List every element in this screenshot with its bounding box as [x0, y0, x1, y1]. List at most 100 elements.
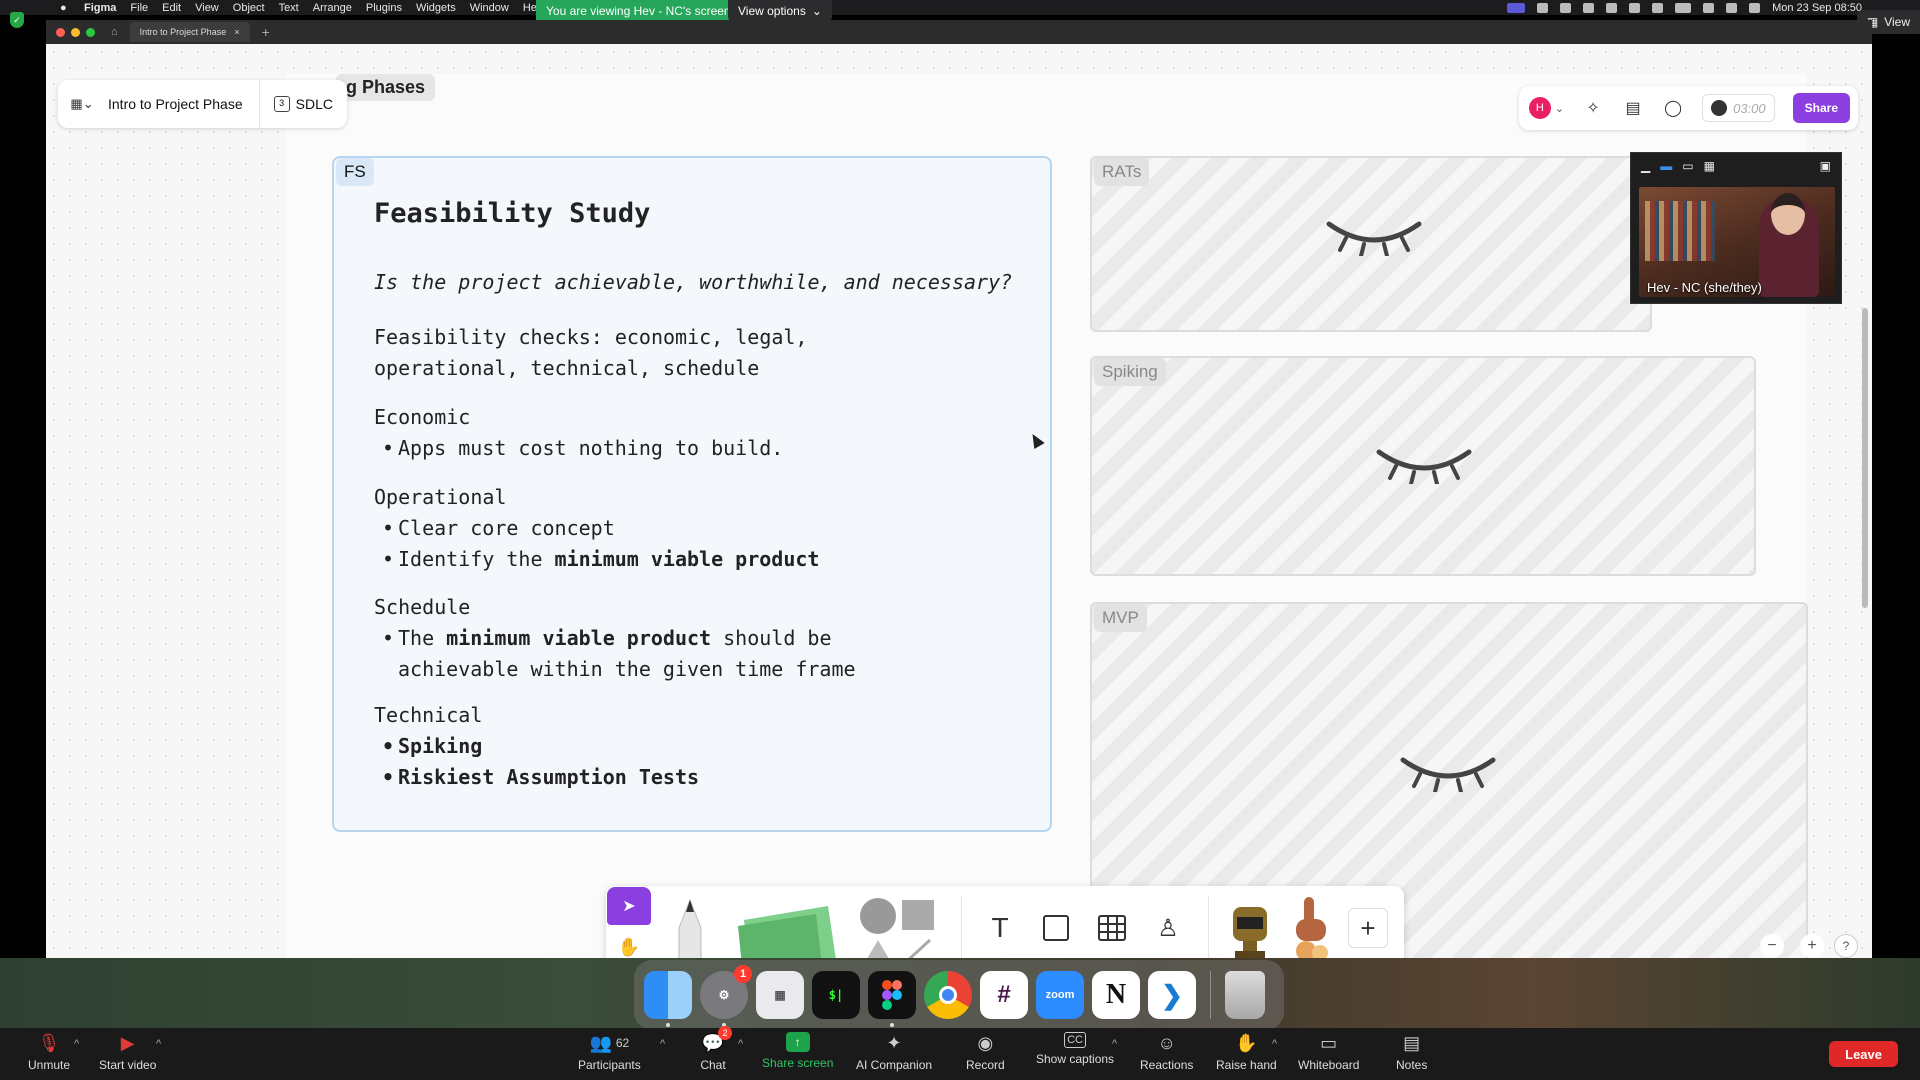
home-icon[interactable]: ⌂: [111, 26, 118, 38]
zoom-out-button[interactable]: −: [1760, 934, 1784, 958]
status-icon[interactable]: [1583, 2, 1595, 13]
menu-edit[interactable]: Edit: [162, 2, 181, 14]
zoom-dock-icon[interactable]: zoom: [1036, 971, 1084, 1019]
figma-dock-icon[interactable]: [868, 971, 916, 1027]
menu-arrange[interactable]: Arrange: [313, 2, 352, 14]
shape-tool-button[interactable]: [856, 896, 936, 958]
table-tool-button[interactable]: [1090, 908, 1134, 948]
new-tab-icon[interactable]: +: [262, 24, 270, 40]
spiking-section[interactable]: Spiking: [1090, 356, 1756, 576]
timer-widget[interactable]: 03:00: [1702, 94, 1775, 122]
raise-hand-options-caret[interactable]: ^: [1272, 1038, 1277, 1050]
raise-hand-button[interactable]: ✋ Raise hand: [1216, 1032, 1277, 1073]
app-menu-figma[interactable]: Figma: [84, 2, 116, 14]
section-title[interactable]: g Phases: [336, 74, 436, 101]
file-name[interactable]: Intro to Project Phase: [106, 80, 260, 128]
status-icon[interactable]: [1606, 2, 1618, 13]
section-tool-button[interactable]: [1034, 908, 1078, 948]
ai-sparkle-icon[interactable]: ✧: [1582, 97, 1604, 119]
unmute-button[interactable]: 🎙 Unmute: [28, 1032, 70, 1073]
main-menu-button[interactable]: ▦⌄: [58, 80, 106, 128]
widget-pointer-button[interactable]: [1284, 894, 1336, 958]
stamp-tool-button[interactable]: ♙: [1146, 908, 1190, 948]
more-tools-button[interactable]: +: [1348, 908, 1388, 948]
search-icon[interactable]: [1726, 2, 1738, 13]
finder-dock-icon[interactable]: [644, 971, 692, 1027]
participants-label: Participants: [578, 1058, 641, 1072]
gallery-grid-icon[interactable]: ▦: [1704, 159, 1715, 173]
status-icon[interactable]: [1537, 2, 1549, 13]
chat-button[interactable]: 💬 2 Chat: [700, 1026, 732, 1072]
chat-label: Chat: [700, 1058, 726, 1072]
close-window-button[interactable]: [56, 27, 65, 37]
zoom-in-button[interactable]: +: [1800, 934, 1824, 958]
close-tab-icon[interactable]: ×: [234, 27, 239, 37]
control-center-icon[interactable]: [1749, 2, 1761, 13]
menu-window[interactable]: Window: [470, 2, 509, 14]
video-options-caret[interactable]: ^: [156, 1038, 161, 1050]
menu-plugins[interactable]: Plugins: [366, 2, 402, 14]
collaborator-menu[interactable]: H ⌄: [1528, 97, 1564, 119]
rats-section[interactable]: RATs: [1090, 156, 1652, 332]
exit-pip-icon[interactable]: ▣: [1820, 159, 1831, 173]
menu-object[interactable]: Object: [233, 2, 265, 14]
view-options-button[interactable]: View options ⌄: [728, 0, 832, 21]
share-button[interactable]: Share: [1792, 93, 1850, 123]
widget-dream-team-button[interactable]: [1224, 900, 1276, 958]
battery-icon[interactable]: [1675, 2, 1692, 13]
minimize-icon[interactable]: ▁: [1641, 159, 1650, 173]
leave-button[interactable]: Leave: [1829, 1041, 1898, 1067]
launchpad-dock-icon[interactable]: ▦: [756, 971, 804, 1019]
menu-text[interactable]: Text: [279, 2, 299, 14]
screen-share-icon[interactable]: [1507, 2, 1526, 13]
move-tool-button[interactable]: ➤: [607, 887, 651, 925]
layout-icon[interactable]: ▤: [1622, 97, 1644, 119]
ai-companion-button[interactable]: ✦ AI Companion: [856, 1032, 932, 1073]
figma-canvas[interactable]: g Phases ▦⌄ Intro to Project Phase 3 SDL…: [46, 44, 1872, 958]
reactions-button[interactable]: ☺ Reactions: [1140, 1032, 1193, 1073]
vertical-scrollbar[interactable]: [1862, 308, 1868, 608]
start-video-button[interactable]: ▶ Start video: [99, 1032, 156, 1073]
share-screen-button[interactable]: ↑ Share screen: [762, 1032, 833, 1070]
apple-menu-icon[interactable]: ●: [60, 2, 67, 14]
wifi-icon[interactable]: [1703, 2, 1715, 13]
system-settings-dock-icon[interactable]: ⚙ 1: [700, 965, 752, 1027]
chat-options-caret[interactable]: ^: [738, 1038, 743, 1050]
participants-options-caret[interactable]: ^: [660, 1038, 665, 1050]
vscode-dock-icon[interactable]: ❯: [1148, 971, 1196, 1019]
captions-options-caret[interactable]: ^: [1112, 1038, 1117, 1050]
gallery-large-icon[interactable]: ▭: [1682, 159, 1693, 173]
trash-dock-icon[interactable]: [1225, 971, 1265, 1019]
terminal-dock-icon[interactable]: $|: [812, 971, 860, 1019]
feasibility-study-card[interactable]: FS Feasibility Study Is the project achi…: [332, 156, 1052, 832]
menu-view[interactable]: View: [195, 2, 219, 14]
minimize-window-button[interactable]: [71, 27, 80, 37]
comment-icon[interactable]: ◯: [1662, 97, 1684, 119]
sticky-note-tool-button[interactable]: [736, 900, 840, 958]
status-icon[interactable]: [1560, 2, 1572, 13]
audio-options-caret[interactable]: ^: [74, 1038, 79, 1050]
text-tool-button[interactable]: T: [978, 908, 1022, 948]
pencil-tool-button[interactable]: [670, 896, 710, 958]
bluetooth-icon[interactable]: [1652, 2, 1664, 13]
file-tab[interactable]: Intro to Project Phase ×: [129, 22, 250, 42]
slack-dock-icon[interactable]: #: [980, 971, 1028, 1019]
menu-file[interactable]: File: [130, 2, 148, 14]
whiteboard-button[interactable]: ▭ Whiteboard: [1298, 1032, 1359, 1073]
record-button[interactable]: ◉ Record: [966, 1032, 1005, 1073]
zoom-window-button[interactable]: [86, 27, 95, 37]
menu-widgets[interactable]: Widgets: [416, 2, 456, 14]
clock[interactable]: Mon 23 Sep 08:50: [1772, 2, 1862, 14]
participants-button[interactable]: 👥 62 Participants: [578, 1032, 641, 1073]
page-selector[interactable]: 3 SDLC: [260, 96, 347, 112]
participant-video-window[interactable]: ▁ ▬ ▭ ▦ ▣ Hev - NC (she/they): [1630, 152, 1842, 304]
hand-tool-button[interactable]: ✋: [607, 928, 651, 958]
chrome-dock-icon[interactable]: [924, 971, 972, 1019]
help-button[interactable]: ?: [1834, 934, 1858, 958]
show-captions-button[interactable]: CC Show captions: [1036, 1032, 1114, 1066]
notion-dock-icon[interactable]: N: [1092, 971, 1140, 1019]
operational-section: Operational Clear core concept Identify …: [374, 482, 819, 575]
status-icon[interactable]: [1629, 2, 1641, 13]
notes-button[interactable]: ▤ Notes: [1396, 1032, 1427, 1073]
speaker-view-icon[interactable]: ▬: [1660, 159, 1672, 173]
